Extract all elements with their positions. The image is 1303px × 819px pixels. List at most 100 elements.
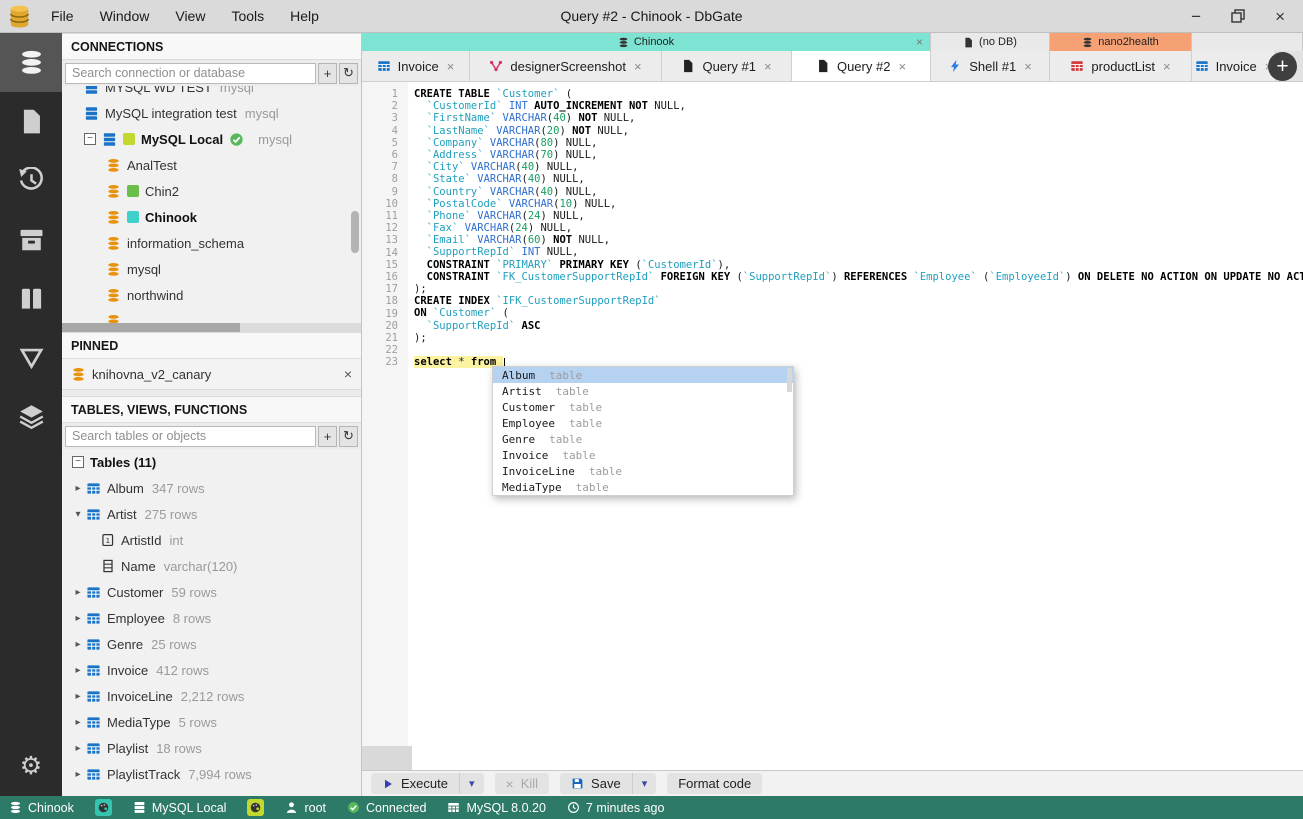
table-item[interactable]: ▸ Genre 25 rows xyxy=(62,631,361,657)
collapse-icon[interactable]: − xyxy=(72,456,84,468)
menu-file[interactable]: File xyxy=(38,0,87,33)
tables-search-input[interactable] xyxy=(65,425,316,447)
add-table-button[interactable]: + xyxy=(318,425,337,447)
menu-window[interactable]: Window xyxy=(87,0,163,33)
sql-editor[interactable]: 1 2 3 4 5 6 7 8 9 10 11 12 13 14 15 16 17 18 19 20 21 22 23 CR… xyxy=(362,82,1303,770)
table-item[interactable]: ▸ Album 347 rows xyxy=(62,475,361,501)
column-item[interactable]: Name varchar(120) xyxy=(62,553,361,579)
autocomplete-item[interactable]: Invoice table xyxy=(493,447,793,463)
chevron-right-icon[interactable]: ▸ xyxy=(70,691,86,702)
tab-productlist[interactable]: productList × xyxy=(1050,51,1192,81)
connections-horizontal-scrollbar[interactable] xyxy=(62,323,361,332)
menu-view[interactable]: View xyxy=(162,0,218,33)
refresh-tables-button[interactable]: ↻ xyxy=(339,425,358,447)
autocomplete-scrollbar[interactable] xyxy=(787,368,792,392)
kill-button[interactable]: × Kill xyxy=(495,773,550,794)
table-item[interactable]: ▸ InvoiceLine 2,212 rows xyxy=(62,683,361,709)
connection-item[interactable]: MYSQL WD TEST mysql xyxy=(62,86,361,100)
tab-group-empty xyxy=(1192,33,1303,51)
chevron-right-icon[interactable]: ▸ xyxy=(70,743,86,754)
book-icon[interactable] xyxy=(0,269,62,328)
restore-button[interactable] xyxy=(1231,9,1245,23)
connections-vertical-scrollbar[interactable] xyxy=(351,211,359,253)
chevron-right-icon[interactable]: ▸ xyxy=(70,665,86,676)
table-item[interactable]: ▸ MediaType 5 rows xyxy=(62,709,361,735)
tab-invoice[interactable]: Invoice × xyxy=(1192,51,1276,81)
archive-icon[interactable] xyxy=(0,210,62,269)
settings-icon[interactable]: ⚙ xyxy=(0,737,62,796)
code-line: `Address` VARCHAR(70) NULL, xyxy=(426,148,598,161)
table-item[interactable]: ▸ Customer 59 rows xyxy=(62,579,361,605)
menu-tools[interactable]: Tools xyxy=(218,0,277,33)
add-connection-button[interactable]: + xyxy=(318,62,337,84)
chevron-right-icon[interactable]: ▸ xyxy=(70,613,86,624)
close-tab-icon[interactable]: × xyxy=(764,59,772,74)
table-item[interactable]: ▸ Invoice 412 rows xyxy=(62,657,361,683)
close-tab-icon[interactable]: × xyxy=(447,59,455,74)
autocomplete-item[interactable]: Genre table xyxy=(493,431,793,447)
chevron-down-icon[interactable]: ▾ xyxy=(70,509,86,520)
autocomplete-item[interactable]: Customer table xyxy=(493,399,793,415)
close-button[interactable]: × xyxy=(1275,8,1285,25)
connection-item[interactable]: northwind xyxy=(62,282,361,308)
tab-invoice[interactable]: Invoice × xyxy=(362,51,470,81)
suggestion-name: InvoiceLine xyxy=(502,464,575,478)
connection-item[interactable]: − MySQL Local mysql xyxy=(62,126,361,152)
layers-icon[interactable] xyxy=(0,387,62,446)
table-item[interactable]: ▾ Artist 275 rows xyxy=(62,501,361,527)
tab-query-#1[interactable]: Query #1 × xyxy=(662,51,792,81)
autocomplete-item[interactable]: Artist table xyxy=(493,383,793,399)
editor-scrollbar[interactable] xyxy=(362,746,412,770)
execute-button[interactable]: Execute xyxy=(371,773,459,794)
tables-group-header[interactable]: − Tables (11) xyxy=(62,449,361,475)
file-icon[interactable] xyxy=(0,92,62,151)
chevron-right-icon[interactable]: ▸ xyxy=(70,587,86,598)
close-tab-icon[interactable]: × xyxy=(634,59,642,74)
triangle-icon[interactable] xyxy=(0,328,62,387)
menu-help[interactable]: Help xyxy=(277,0,332,33)
chevron-right-icon[interactable]: ▸ xyxy=(70,717,86,728)
tab-shell-#1[interactable]: Shell #1 × xyxy=(931,51,1050,81)
column-item[interactable]: 1 ArtistId int xyxy=(62,527,361,553)
save-button[interactable]: Save xyxy=(560,773,632,794)
close-tab-icon[interactable]: × xyxy=(898,59,906,74)
chevron-right-icon[interactable]: ▸ xyxy=(70,769,86,780)
tab-query-#2[interactable]: Query #2 × xyxy=(792,51,931,81)
close-group-icon[interactable]: × xyxy=(916,35,923,49)
database-icon[interactable] xyxy=(0,33,62,92)
tab-designerscreenshot[interactable]: designerScreenshot × xyxy=(470,51,662,81)
autocomplete-item[interactable]: MediaType table xyxy=(493,479,793,495)
history-icon[interactable] xyxy=(0,151,62,210)
row-count: 8 rows xyxy=(172,610,212,626)
unpin-close-icon[interactable]: × xyxy=(344,366,352,382)
autocomplete-item[interactable]: Album table xyxy=(493,367,793,383)
autocomplete-item[interactable]: Employee table xyxy=(493,415,793,431)
refresh-connections-button[interactable]: ↻ xyxy=(339,62,358,84)
status-label: Chinook xyxy=(28,800,74,815)
table-item[interactable]: ▸ PlaylistTrack 7,994 rows xyxy=(62,761,361,787)
chevron-right-icon[interactable]: ▸ xyxy=(70,483,86,494)
connection-item[interactable]: information_schema xyxy=(62,230,361,256)
connection-item[interactable]: MySQL integration test mysql xyxy=(62,100,361,126)
connection-item[interactable]: Chinook xyxy=(62,204,361,230)
table-item[interactable]: ▸ Employee 8 rows xyxy=(62,605,361,631)
x-icon: × xyxy=(505,775,514,792)
connection-item[interactable]: Chin2 xyxy=(62,178,361,204)
execute-dropdown-button[interactable]: ▾ xyxy=(458,773,484,794)
minimize-button[interactable]: − xyxy=(1191,8,1201,25)
autocomplete-item[interactable]: InvoiceLine table xyxy=(493,463,793,479)
format-button[interactable]: Format code xyxy=(667,773,762,794)
collapse-icon[interactable]: − xyxy=(84,133,96,145)
pinned-item[interactable]: knihovna_v2_canary × xyxy=(62,359,361,390)
chevron-right-icon[interactable]: ▸ xyxy=(70,639,86,650)
new-tab-button[interactable]: + xyxy=(1268,52,1297,81)
save-dropdown-button[interactable]: ▾ xyxy=(631,773,657,794)
connection-item[interactable]: mysql xyxy=(62,256,361,282)
table-item[interactable]: ▸ Playlist 18 rows xyxy=(62,735,361,761)
item-label: mysql xyxy=(127,261,161,277)
close-tab-icon[interactable]: × xyxy=(1163,59,1171,74)
connection-item[interactable]: AnalTest xyxy=(62,152,361,178)
close-tab-icon[interactable]: × xyxy=(1024,59,1032,74)
connections-search-input[interactable] xyxy=(65,62,316,84)
